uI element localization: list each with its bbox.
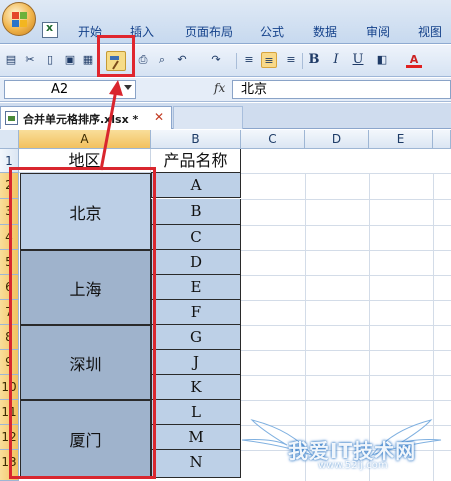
workbook-icon	[5, 111, 18, 125]
column-header-b[interactable]: B	[151, 130, 241, 149]
document-tab[interactable]: 合并单元格排序.xlsx * ✕	[0, 106, 172, 129]
tab-review[interactable]: 审阅	[366, 24, 390, 40]
print-icon[interactable]: ⎙	[135, 52, 151, 68]
formula-input[interactable]: 北京	[232, 80, 451, 99]
document-tab-strip: 合并单元格排序.xlsx * ✕	[0, 103, 451, 129]
font-color-button[interactable]: A	[406, 52, 422, 68]
product-cell[interactable]: A	[151, 173, 241, 198]
gridline	[241, 225, 451, 226]
product-cell[interactable]: E	[151, 275, 241, 300]
cell-b1[interactable]: 产品名称	[151, 149, 241, 173]
product-cell[interactable]: D	[151, 250, 241, 275]
tab-page-layout[interactable]: 页面布局	[185, 24, 233, 40]
column-header-c[interactable]: C	[241, 130, 305, 149]
format-painter-highlight	[97, 35, 135, 77]
gridline	[241, 325, 451, 326]
gridline	[241, 250, 451, 251]
excel-icon[interactable]	[42, 21, 58, 38]
redo-icon[interactable]: ↷	[208, 52, 224, 68]
product-cell[interactable]: M	[151, 425, 241, 450]
gridline	[241, 275, 451, 276]
save-icon[interactable]: ▣	[62, 52, 78, 68]
formula-bar: A2 fx 北京	[0, 78, 451, 102]
gridline	[241, 350, 451, 351]
product-cell[interactable]: C	[151, 225, 241, 250]
select-all-corner[interactable]	[0, 130, 19, 149]
close-tab-button[interactable]: ✕	[154, 110, 164, 124]
empty-tab	[173, 106, 243, 129]
formatting-toolbar: ▤ ✂ ▯ ▣ ▦ ⎙ ⌕ ↶ ↷ ≡ ≡ ≡ B I U ◧ A	[0, 45, 451, 77]
bold-button[interactable]: B	[306, 52, 322, 68]
watermark-url: www.52ij.com	[318, 460, 388, 471]
toolbar-separator	[302, 53, 303, 69]
excel-window: 开始 插入 页面布局 公式 数据 审阅 视图 ▤ ✂ ▯ ▣ ▦ ⎙ ⌕ ↶ ↷…	[0, 0, 451, 481]
print-preview-icon[interactable]: ▦	[80, 52, 96, 68]
undo-icon[interactable]: ↶	[174, 52, 190, 68]
product-cell[interactable]: N	[151, 450, 241, 478]
product-cell[interactable]: K	[151, 375, 241, 400]
office-logo-icon	[12, 12, 28, 28]
column-header-e[interactable]: E	[369, 130, 433, 149]
find-icon[interactable]: ⌕	[154, 52, 170, 68]
tab-formulas[interactable]: 公式	[260, 24, 284, 40]
align-center-icon[interactable]: ≡	[261, 52, 277, 68]
italic-button[interactable]: I	[328, 52, 344, 68]
product-cell[interactable]: L	[151, 400, 241, 425]
align-left-icon[interactable]: ≡	[241, 52, 257, 68]
gridline	[241, 375, 451, 376]
office-button[interactable]	[2, 2, 36, 36]
product-cell[interactable]: B	[151, 199, 241, 225]
column-header-f[interactable]	[433, 130, 451, 149]
new-file-icon[interactable]: ▯	[42, 52, 58, 68]
gridline	[241, 199, 451, 200]
product-cell[interactable]: G	[151, 325, 241, 350]
underline-button[interactable]: U	[350, 52, 366, 68]
product-cell[interactable]: F	[151, 300, 241, 325]
tab-view[interactable]: 视图	[418, 24, 442, 40]
fx-icon[interactable]: fx	[214, 81, 225, 95]
column-header-d[interactable]: D	[305, 130, 369, 149]
tab-data[interactable]: 数据	[313, 24, 337, 40]
ribbon-tab-bar: 开始 插入 页面布局 公式 数据 审阅 视图	[0, 0, 451, 44]
column-header-a[interactable]: A	[19, 130, 151, 149]
product-cell[interactable]: J	[151, 350, 241, 375]
cut-icon[interactable]: ✂	[22, 52, 38, 68]
red-arrow-icon	[99, 80, 123, 171]
toolbar-separator	[236, 53, 237, 69]
fill-color-icon[interactable]: ◧	[374, 52, 390, 68]
gridline	[241, 300, 451, 301]
clipboard-icon[interactable]: ▤	[3, 52, 19, 68]
gridline	[241, 173, 451, 174]
selection-highlight-box	[9, 167, 156, 479]
align-right-icon[interactable]: ≡	[283, 52, 299, 68]
